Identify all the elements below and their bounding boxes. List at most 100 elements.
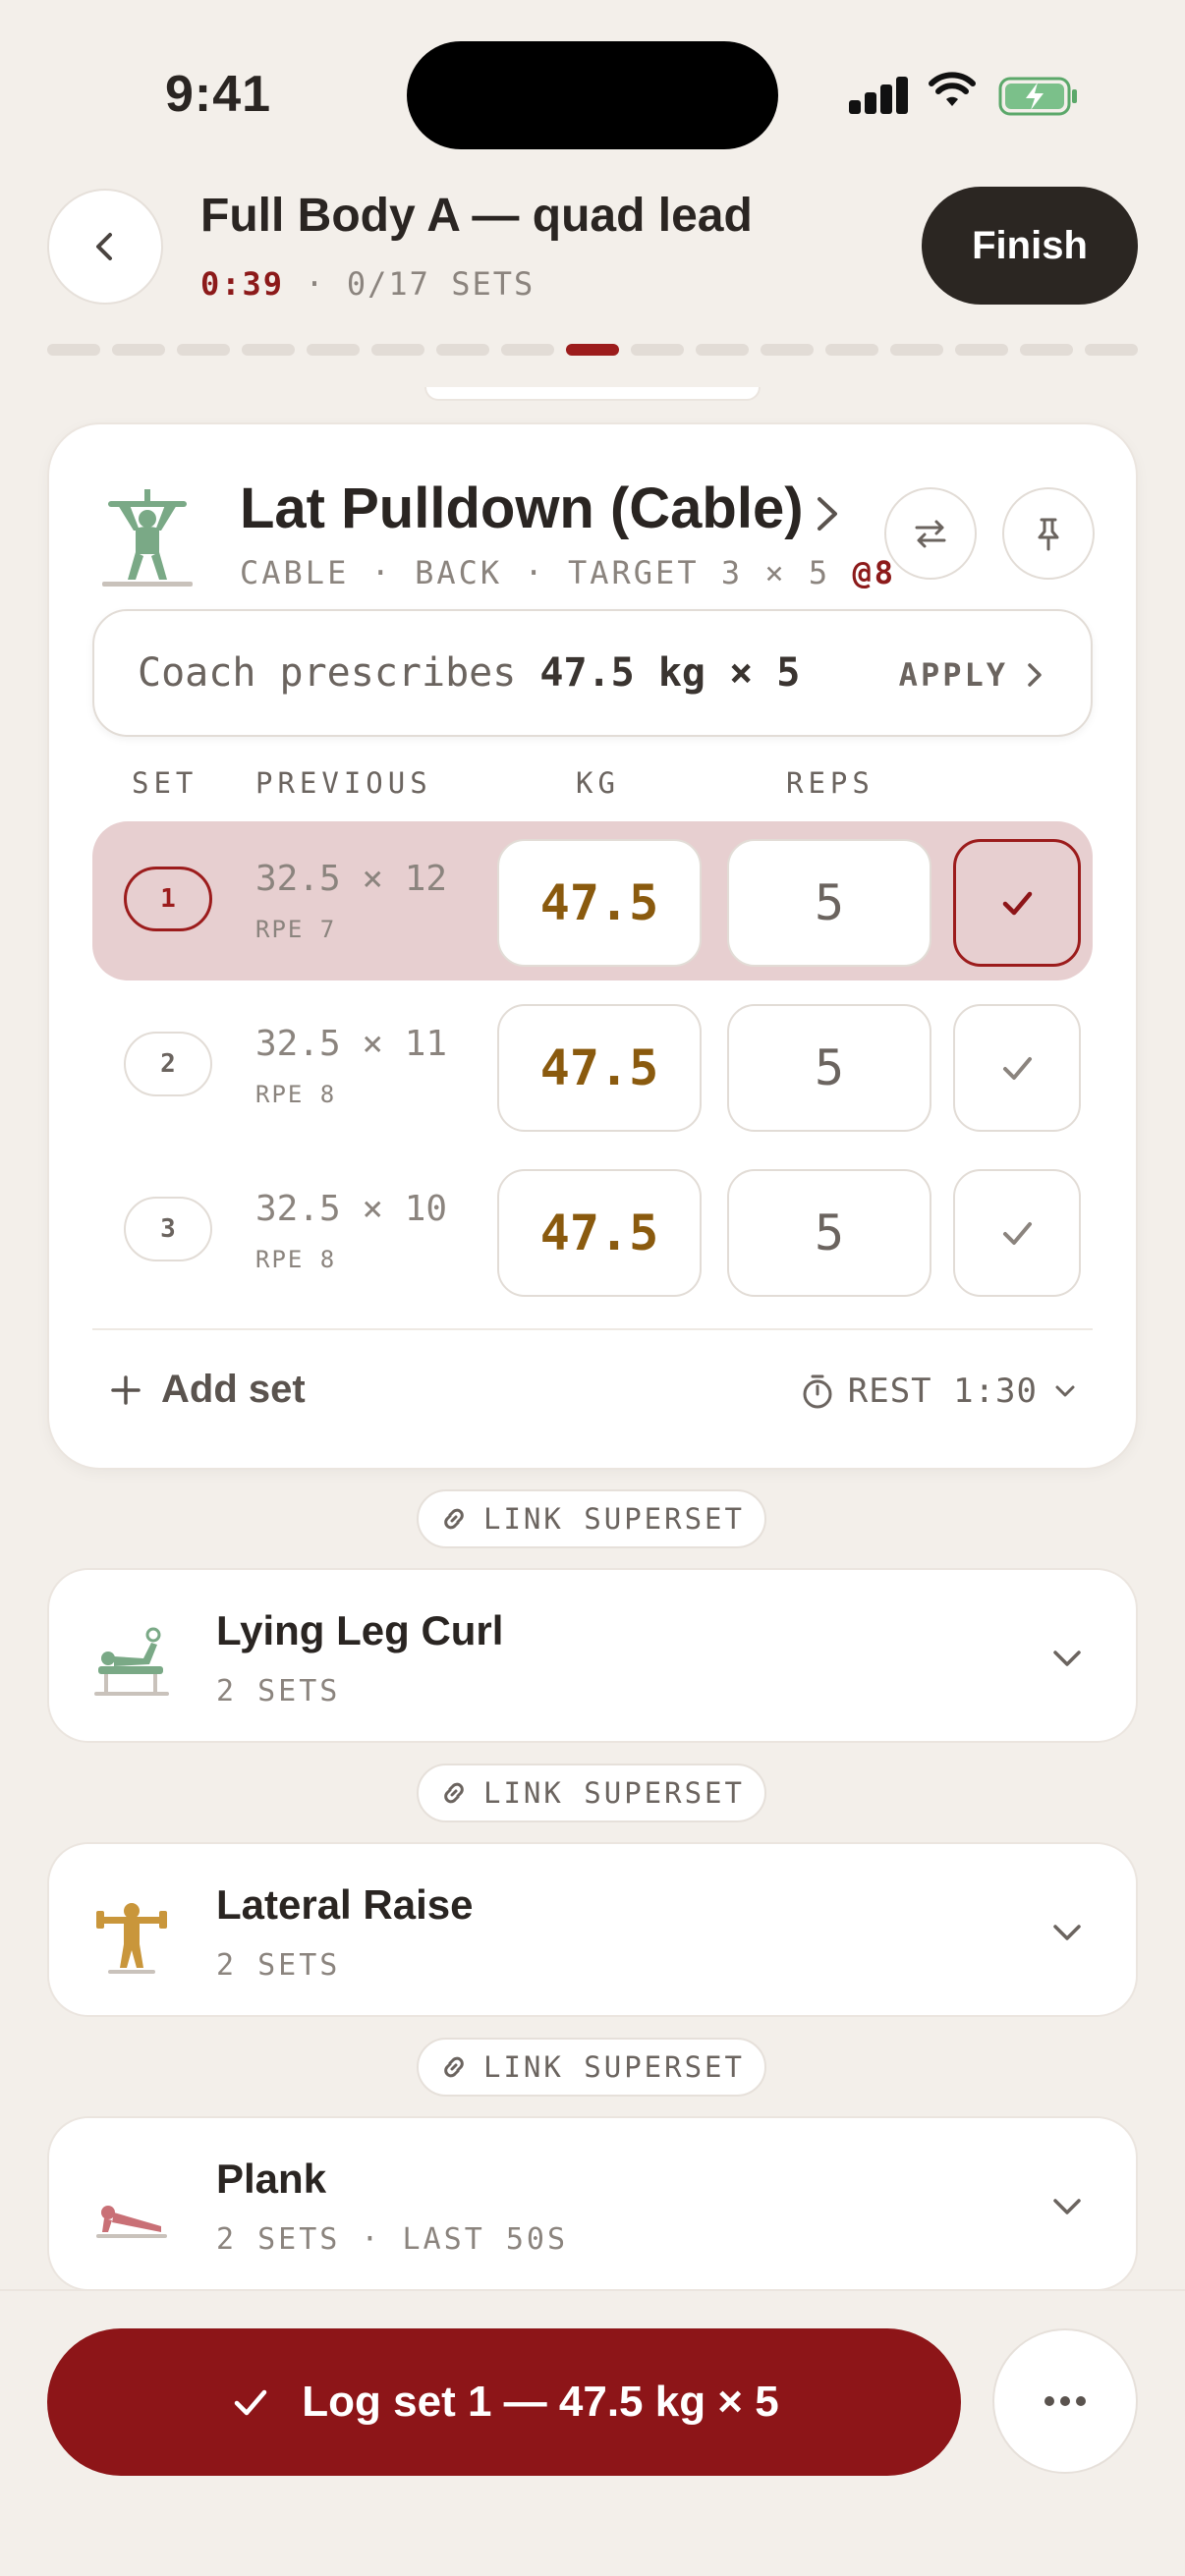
progress-segment <box>761 344 814 356</box>
previous-rpe: RPE 7 <box>255 916 337 943</box>
progress-segment <box>242 344 295 356</box>
link-icon <box>444 1782 464 1804</box>
pin-icon <box>1038 518 1059 551</box>
chevron-down-icon <box>1055 1385 1075 1397</box>
prescribed-load: 47.5 kg × 5 <box>539 650 801 696</box>
progress-segment <box>436 344 489 356</box>
previous-performance: 32.5 × 11 <box>255 1024 448 1064</box>
exercise-card-collapsed[interactable]: Lateral Raise 2 SETS <box>47 1842 1138 2017</box>
pin-exercise-button[interactable] <box>1002 487 1095 580</box>
checkmark-icon <box>235 2389 267 2416</box>
divider <box>92 1328 1093 1330</box>
log-set-button[interactable]: Log set 1 — 47.5 kg × 5 <box>47 2328 961 2476</box>
set-number-badge[interactable]: 1 <box>124 867 212 931</box>
swap-icon <box>915 520 946 548</box>
leg-curl-icon <box>94 1627 169 1696</box>
checkmark-icon <box>1002 891 1033 916</box>
link-superset-button[interactable]: LINK SUPERSET <box>417 2038 766 2097</box>
exercise-card-collapsed[interactable]: Plank 2 SETS · LAST 50S <box>47 2116 1138 2291</box>
cellular-signal-icon <box>849 75 910 114</box>
kg-input[interactable]: 47.5 <box>497 839 702 967</box>
chevron-right-icon[interactable] <box>808 489 847 538</box>
reps-input[interactable]: 5 <box>727 1169 931 1297</box>
exercise-sets-summary: 2 SETS <box>216 1948 341 1983</box>
reps-input[interactable]: 5 <box>727 1004 931 1132</box>
exercise-title[interactable]: Lat Pulldown (Cable) <box>240 476 804 541</box>
progress-segment <box>112 344 165 356</box>
chevron-down-icon[interactable] <box>1045 1637 1089 1680</box>
previous-card-edge <box>424 387 761 401</box>
column-header-kg: KG <box>576 766 620 800</box>
link-superset-button[interactable]: LINK SUPERSET <box>417 1489 766 1548</box>
set-row[interactable]: 2 32.5 × 11 RPE 8 47.5 5 <box>92 986 1093 1146</box>
column-header-previous: PREVIOUS <box>255 766 432 800</box>
progress-segment <box>307 344 360 356</box>
progress-segment <box>825 344 878 356</box>
plus-icon <box>111 1374 141 1405</box>
chevron-down-icon[interactable] <box>1045 1911 1089 1954</box>
progress-segment <box>566 344 619 356</box>
set-number-badge[interactable]: 3 <box>124 1197 212 1261</box>
complete-set-button[interactable] <box>953 1004 1081 1132</box>
wifi-icon <box>929 72 976 106</box>
link-superset-button[interactable]: LINK SUPERSET <box>417 1764 766 1822</box>
exercise-title: Plank <box>216 2156 327 2202</box>
status-bar: 9:41 <box>0 0 1185 187</box>
stopwatch-icon <box>803 1374 832 1409</box>
elapsed-timer: 0:39 <box>200 265 285 303</box>
battery-charging-icon <box>998 77 1077 116</box>
exercise-card-collapsed[interactable]: Lying Leg Curl 2 SETS <box>47 1568 1138 1743</box>
rest-timer-selector[interactable]: REST 1:30 <box>801 1372 1079 1411</box>
previous-performance: 32.5 × 10 <box>255 1189 448 1229</box>
progress-segment <box>177 344 230 356</box>
previous-rpe: RPE 8 <box>255 1081 337 1108</box>
add-set-button[interactable]: Add set <box>108 1368 306 1412</box>
back-button[interactable] <box>47 189 163 305</box>
workout-progress-bar <box>47 344 1138 356</box>
more-options-button[interactable] <box>992 2328 1138 2474</box>
finish-button[interactable]: Finish <box>922 187 1138 305</box>
checkmark-icon <box>1003 1222 1032 1245</box>
link-icon <box>444 2056 464 2078</box>
previous-performance: 32.5 × 12 <box>255 859 448 899</box>
dynamic-island <box>407 41 778 149</box>
previous-rpe: RPE 8 <box>255 1246 337 1273</box>
sets-progress: 0/17 SETS <box>346 265 536 303</box>
lateral-raise-icon <box>96 1903 167 1974</box>
column-header-set: SET <box>132 766 198 800</box>
progress-segment <box>631 344 684 356</box>
progress-segment <box>371 344 424 356</box>
apply-prescription-button[interactable]: APPLY <box>899 656 1045 694</box>
reps-input[interactable]: 5 <box>727 839 931 967</box>
link-icon <box>444 1508 464 1530</box>
workout-subtitle: 0:39 · 0/17 SETS <box>200 265 536 303</box>
chevron-down-icon[interactable] <box>1045 2185 1089 2228</box>
complete-set-button[interactable] <box>953 1169 1081 1297</box>
lat-pulldown-icon <box>102 489 193 587</box>
kg-input[interactable]: 47.5 <box>497 1004 702 1132</box>
ellipsis-icon <box>1044 2396 1086 2406</box>
set-row[interactable]: 3 32.5 × 10 RPE 8 47.5 5 <box>92 1151 1093 1311</box>
progress-segment <box>955 344 1008 356</box>
set-number-badge[interactable]: 2 <box>124 1032 212 1096</box>
set-row[interactable]: 1 32.5 × 12 RPE 7 47.5 5 <box>92 821 1093 980</box>
plank-icon <box>96 2206 167 2238</box>
progress-segment <box>1020 344 1073 356</box>
chevron-left-icon <box>96 233 112 260</box>
checkmark-icon <box>1003 1057 1032 1080</box>
progress-segment <box>890 344 943 356</box>
swap-exercise-button[interactable] <box>884 487 977 580</box>
exercise-sets-summary: 2 SETS · LAST 50S <box>216 2222 569 2257</box>
exercise-title: Lateral Raise <box>216 1881 474 1928</box>
exercise-meta: CABLE · BACK · TARGET 3 × 5 @8 <box>240 554 896 591</box>
progress-segment <box>1085 344 1138 356</box>
column-header-reps: REPS <box>786 766 875 800</box>
exercise-sets-summary: 2 SETS <box>216 1674 341 1708</box>
exercise-title: Lying Leg Curl <box>216 1607 504 1653</box>
exercise-card: Lat Pulldown (Cable) CABLE · BACK · TARG… <box>47 422 1138 1470</box>
kg-input[interactable]: 47.5 <box>497 1169 702 1297</box>
workout-title: Full Body A — quad lead <box>200 190 753 242</box>
clock: 9:41 <box>165 66 272 123</box>
coach-prescription: Coach prescribes 47.5 kg × 5 APPLY <box>92 609 1093 737</box>
complete-set-button[interactable] <box>953 839 1081 967</box>
